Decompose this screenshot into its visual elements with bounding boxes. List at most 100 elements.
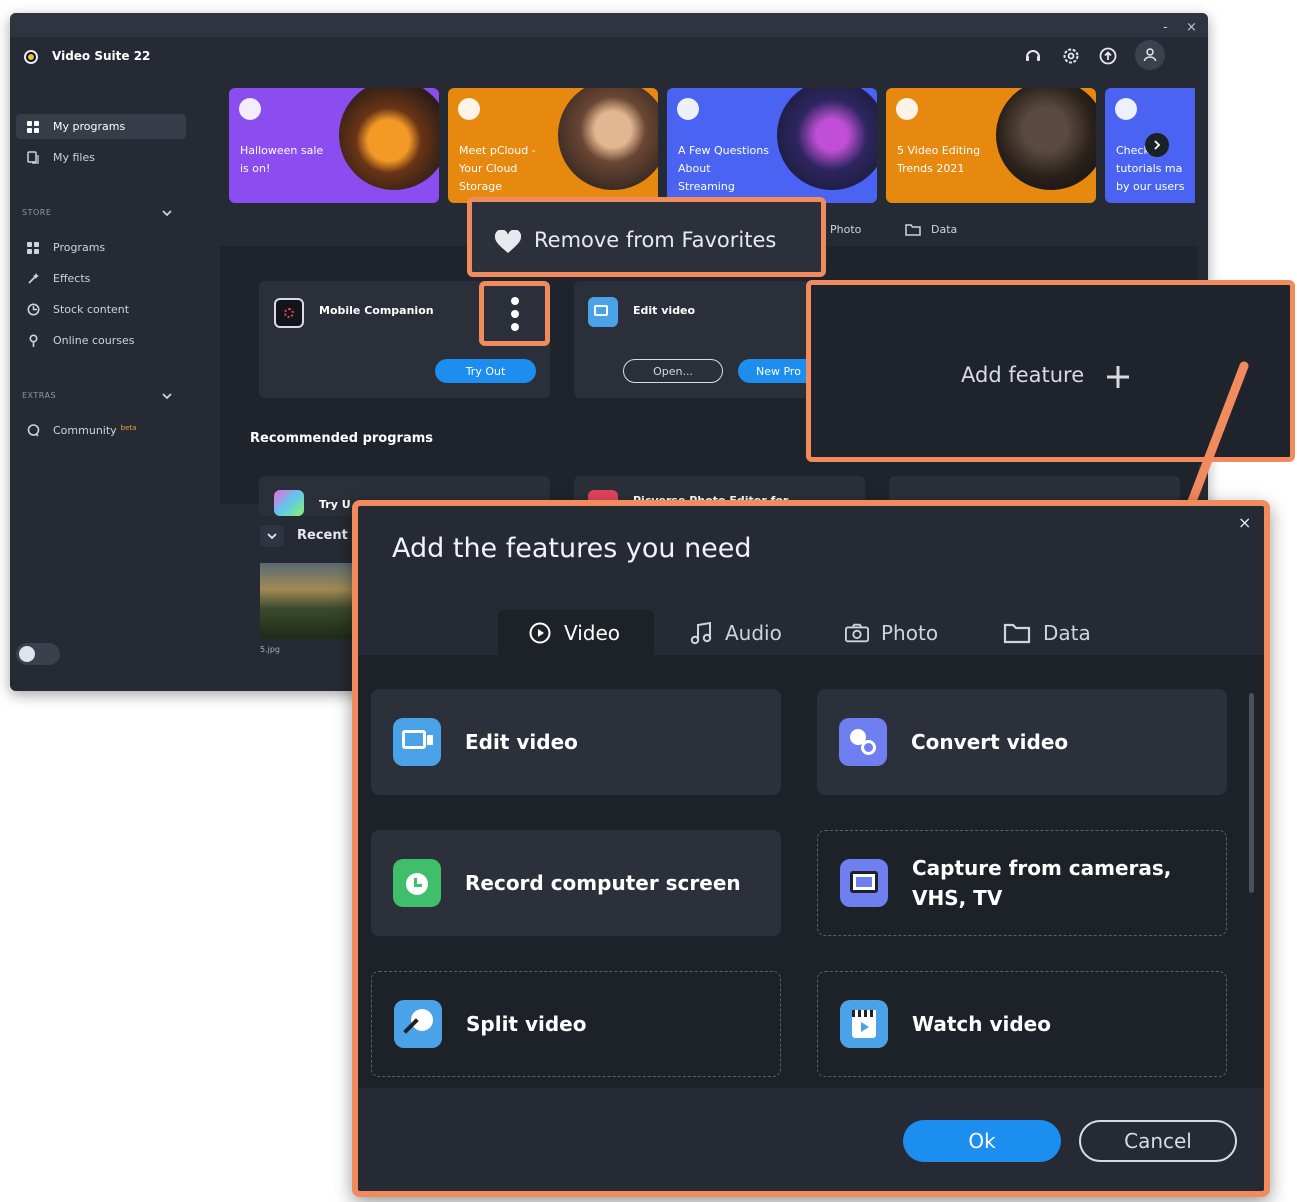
clock-icon <box>26 303 40 317</box>
play-circle-icon <box>528 621 552 645</box>
tab-photo[interactable]: Photo <box>830 223 861 236</box>
open-button[interactable]: Open... <box>623 359 723 383</box>
tab-photo[interactable]: Photo <box>845 610 938 655</box>
ok-button[interactable]: Ok <box>903 1120 1061 1162</box>
support-icon[interactable] <box>1021 44 1045 68</box>
link-icon <box>677 98 699 120</box>
recommended-app-icon <box>274 490 304 516</box>
sidebar-item-programs[interactable]: Programs <box>16 235 186 260</box>
link-icon <box>1115 98 1137 120</box>
person-image <box>558 88 658 190</box>
split-video-icon <box>394 1000 442 1048</box>
feature-split-video[interactable]: Split video <box>371 971 781 1077</box>
tab-video[interactable]: Video <box>498 610 654 655</box>
files-icon <box>26 151 40 165</box>
dialog-title: Add the features you need <box>392 533 752 564</box>
banner-text: A Few Questions About Streaming <box>678 144 769 193</box>
link-icon <box>458 98 480 120</box>
record-screen-icon <box>393 859 441 907</box>
sidebar-item-label: Effects <box>53 272 91 285</box>
chat-icon <box>26 424 40 438</box>
recommended-heading: Recommended programs <box>250 431 434 446</box>
mobile-companion-app-icon <box>274 298 304 328</box>
sidebar-item-online-courses[interactable]: Online courses <box>16 328 186 353</box>
sidebar-item-label: My files <box>53 151 95 164</box>
banner-text: 5 Video Editing Trends 2021 <box>897 144 981 175</box>
capture-icon <box>840 859 888 907</box>
chevron-right-icon <box>1154 140 1161 150</box>
watch-video-icon <box>840 1000 888 1048</box>
store-section-header: STORE <box>22 208 52 217</box>
pin-icon <box>26 334 40 348</box>
feature-edit-video[interactable]: Edit video <box>371 689 781 795</box>
edit-video-icon <box>393 718 441 766</box>
feature-watch-video[interactable]: Watch video <box>817 971 1227 1077</box>
grid-icon <box>26 120 40 134</box>
sidebar-item-label: Online courses <box>53 334 135 347</box>
feature-convert-video[interactable]: Convert video <box>817 689 1227 795</box>
sidebar-item-label: My programs <box>53 120 126 133</box>
banner-text: Halloween sale is on! <box>240 144 324 175</box>
new-project-button[interactable]: New Pro <box>738 359 808 383</box>
editor-image <box>996 88 1096 190</box>
banner-streaming[interactable]: A Few Questions About Streaming <box>667 88 877 203</box>
folder-icon <box>905 224 921 236</box>
add-feature-label: Add feature <box>961 363 1085 387</box>
account-avatar[interactable] <box>1135 40 1165 70</box>
camera-icon <box>845 621 869 645</box>
sidebar-item-label: Stock content <box>53 303 130 316</box>
music-note-icon <box>689 621 713 645</box>
minimize-button[interactable]: - <box>1163 20 1168 35</box>
update-icon[interactable] <box>1096 44 1120 68</box>
user-icon <box>1143 48 1157 62</box>
banner-halloween[interactable]: Halloween sale is on! <box>229 88 439 203</box>
sidebar-item-stock-content[interactable]: Stock content <box>16 297 186 322</box>
app-logo-icon <box>24 50 38 64</box>
sidebar-item-label: Community <box>53 424 117 437</box>
sidebar-item-my-programs[interactable]: My programs <box>16 114 186 139</box>
more-vertical-icon[interactable] <box>505 294 525 334</box>
cancel-button[interactable]: Cancel <box>1079 1120 1237 1162</box>
sidebar-item-community[interactable]: Community beta <box>16 418 186 443</box>
settings-icon[interactable] <box>1059 44 1083 68</box>
banner-trends[interactable]: 5 Video Editing Trends 2021 <box>886 88 1096 203</box>
program-card-title: Mobile Companion <box>319 304 434 317</box>
link-icon <box>239 98 261 120</box>
banner-pcloud[interactable]: Meet pCloud - Your Cloud Storage <box>448 88 658 203</box>
try-out-button[interactable]: Try Out <box>435 359 536 383</box>
feature-capture[interactable]: Capture from cameras, VHS, TV <box>817 830 1227 936</box>
extras-section-header: EXTRAS <box>22 391 57 400</box>
heart-icon <box>494 230 522 253</box>
sidebar-item-label: Programs <box>53 241 106 254</box>
app-title: Video Suite 22 <box>52 49 151 63</box>
tab-audio[interactable]: Audio <box>689 610 782 655</box>
grid-icon <box>26 241 40 255</box>
banner-text: Meet pCloud - Your Cloud Storage <box>459 144 536 193</box>
theme-toggle[interactable] <box>16 643 60 665</box>
convert-video-icon <box>839 718 887 766</box>
pumpkin-image <box>339 88 439 190</box>
chevron-down-icon[interactable] <box>160 208 174 218</box>
banner-next-button[interactable] <box>1145 133 1169 157</box>
streamer-image <box>777 88 877 190</box>
folder-icon <box>1003 621 1031 645</box>
feature-record-screen[interactable]: Record computer screen <box>371 830 781 936</box>
tab-data[interactable]: Data <box>1003 610 1091 655</box>
title-bar <box>10 13 1208 37</box>
close-window-button[interactable]: × <box>1186 20 1197 35</box>
chevron-down-icon[interactable] <box>160 391 174 401</box>
wand-icon <box>26 272 40 286</box>
link-icon <box>896 98 918 120</box>
dialog-close-button[interactable]: × <box>1238 513 1251 532</box>
remove-from-favorites-item[interactable]: Remove from Favorites <box>534 228 776 252</box>
dialog-scrollbar[interactable] <box>1249 693 1254 893</box>
sidebar-item-effects[interactable]: Effects <box>16 266 186 291</box>
recommended-card-title: Try U <box>319 498 351 511</box>
plus-icon <box>1107 366 1129 388</box>
recent-collapse-button[interactable] <box>260 525 284 547</box>
sidebar-item-my-files[interactable]: My files <box>16 145 186 170</box>
edit-video-app-icon <box>588 297 618 327</box>
recent-file-name: 5.jpg <box>260 645 281 654</box>
tab-data[interactable]: Data <box>905 223 957 236</box>
recent-file-thumbnail[interactable] <box>260 563 360 639</box>
